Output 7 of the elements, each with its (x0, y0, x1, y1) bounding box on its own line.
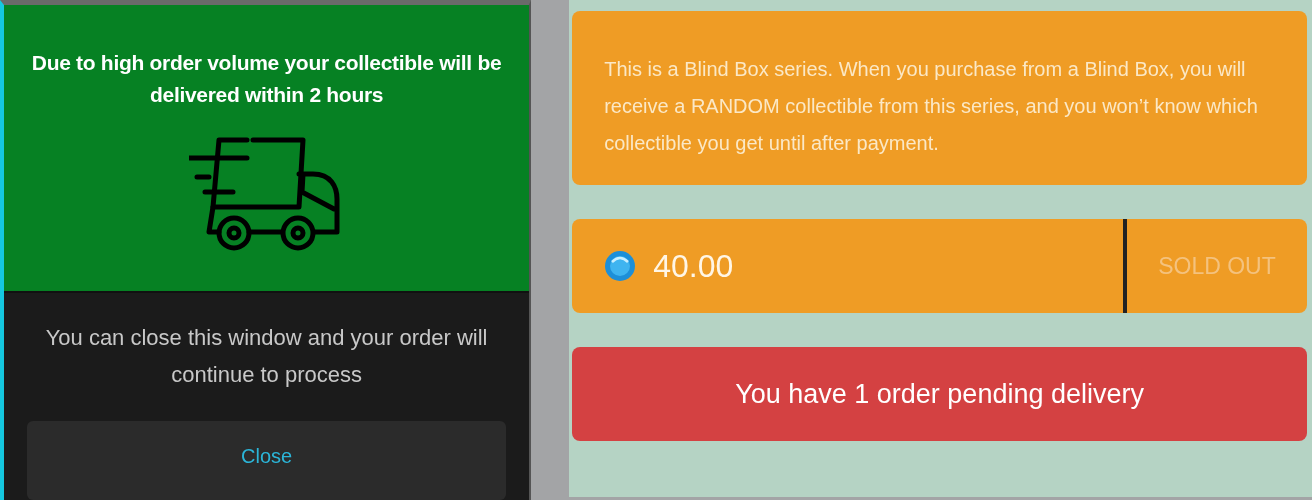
dialog-message: You can close this window and your order will continue to process (44, 324, 489, 390)
pending-delivery-banner: You have 1 order pending delivery (572, 347, 1307, 441)
price: 40.00 (653, 247, 735, 285)
description-card: This is a Blind Box series. When you purchase from a Blind Box, you will receive a RANDOM collectible from this series, and you won’t know which collectible you get until after payment. (572, 11, 1307, 185)
gem-icon (604, 250, 637, 282)
close-button[interactable]: Close (27, 421, 507, 500)
dialog-title: Due to high order volume your collectible will be delivered within 2 hours (30, 50, 503, 108)
